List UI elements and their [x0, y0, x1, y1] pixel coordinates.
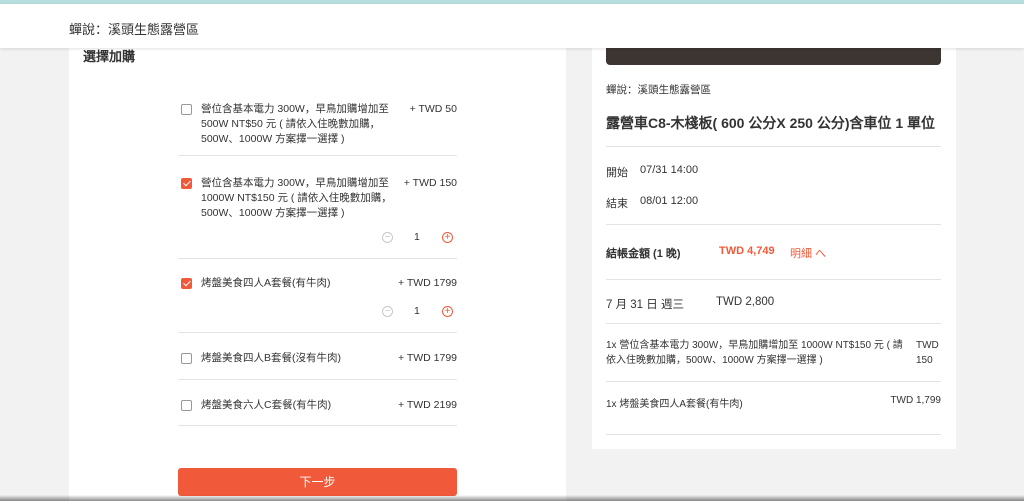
unit-title: 露營車C8-木棧板( 600 公分X 250 公分)含車位 1 單位 — [606, 115, 936, 131]
divider — [606, 323, 941, 324]
date-line: 7 月 31 日 週三 — [606, 299, 684, 311]
checkbox-addon-2[interactable] — [181, 178, 192, 189]
addon-price: + TWD 1799 — [397, 352, 457, 364]
divider — [606, 279, 941, 280]
addon-label: 營位含基本電力 300W，早鳥加購增加至 500W NT$50 元 ( 請依入住… — [201, 103, 389, 145]
addon-panel: 選擇加購 營位含基本電力 300W，早鳥加購增加至 500W NT$50 元 (… — [69, 48, 566, 501]
addon-price: + TWD 50 — [409, 103, 457, 115]
addon-price: + TWD 1799 — [397, 277, 457, 289]
checkbox-addon-3[interactable] — [181, 278, 192, 289]
addon-label: 烤盤美食四人A套餐(有牛肉) — [201, 277, 331, 289]
campsite-title: 蟬說：溪頭生態露營區 — [69, 22, 200, 37]
addon-price: + TWD 150 — [403, 177, 457, 189]
checkbox-addon-5[interactable] — [181, 400, 192, 411]
detail-link[interactable]: 明細 へ — [790, 245, 826, 261]
quantity-value: 1 — [414, 231, 420, 243]
total-label: 結帳金額 (1 晚) — [606, 248, 681, 260]
end-value: 08/01 12:00 — [640, 195, 699, 207]
section-title: 選擇加購 — [83, 49, 136, 64]
addon-label: 烤盤美食六人C套餐(有牛肉) — [201, 399, 332, 411]
divider — [178, 258, 457, 259]
bottom-shadow — [0, 495, 1024, 501]
divider — [606, 146, 941, 147]
start-label: 開始 — [606, 167, 628, 179]
divider — [606, 381, 941, 382]
quantity-minus-button[interactable]: − — [382, 306, 393, 317]
divider — [178, 379, 457, 380]
quantity-plus-button[interactable]: + — [442, 306, 453, 317]
start-value: 07/31 14:00 — [640, 164, 699, 176]
top-bar: 蟬說：溪頭生態露營區 — [0, 4, 1024, 48]
booking-summary-card: 蟬說：溪頭生態露營區 露營車C8-木棧板( 600 公分X 250 公分)含車位… — [592, 48, 956, 449]
end-label: 結束 — [606, 198, 628, 210]
divider — [178, 425, 457, 426]
quantity-plus-button[interactable]: + — [442, 232, 453, 243]
addon-price: + TWD 2199 — [397, 399, 457, 411]
summary-item-price: TWD 150 — [916, 340, 939, 366]
divider — [178, 332, 457, 333]
divider — [178, 155, 457, 156]
next-step-button[interactable]: 下一步 — [178, 468, 457, 496]
summary-item-text: 1x 烤盤美食四人A套餐(有牛肉) — [606, 399, 743, 410]
addon-label: 營位含基本電力 300W，早鳥加購增加至 1000W NT$150 元 ( 請依… — [201, 177, 392, 219]
total-amount: TWD 4,749 — [719, 245, 775, 257]
summary-item-price: TWD 1,799 — [890, 395, 941, 406]
checkbox-addon-4[interactable] — [181, 353, 192, 364]
summary-campsite-name: 蟬說：溪頭生態露營區 — [606, 84, 711, 96]
addon-label: 烤盤美食四人B套餐(沒有牛肉) — [201, 352, 341, 364]
campsite-photo — [606, 48, 941, 65]
divider — [606, 434, 941, 435]
checkbox-addon-1[interactable] — [181, 104, 192, 115]
quantity-minus-button[interactable]: − — [382, 232, 393, 243]
divider — [606, 224, 941, 225]
quantity-value: 1 — [414, 305, 420, 317]
date-price: TWD 2,800 — [716, 296, 775, 308]
summary-item-text: 1x 營位含基本電力 300W，早鳥加購增加至 1000W NT$150 元 (… — [606, 340, 903, 366]
